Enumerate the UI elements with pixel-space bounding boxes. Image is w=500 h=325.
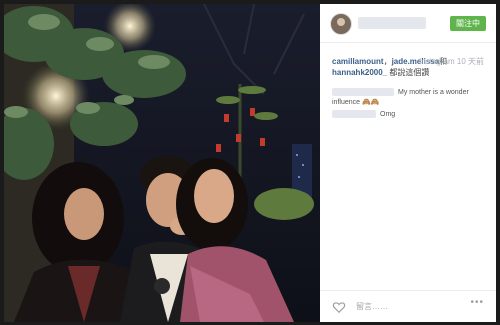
comment-item: My mother is a wonder influence 🙈🙈 [332,88,488,108]
post-footer: ••• [320,290,496,322]
username-redacted[interactable] [358,17,426,29]
screenshot-frame: 關注中 camillamount，jade.melissa和 hannahk20… [0,0,500,325]
comment-text: Omg [380,111,396,118]
commenter-redacted[interactable] [332,110,376,119]
avatar[interactable] [330,13,352,35]
liked-by-user-1[interactable]: camillamount [332,57,384,66]
tag-separator: ， [383,57,392,66]
heart-icon[interactable] [332,300,346,314]
post-photo [4,4,320,322]
post-side-panel: 關注中 camillamount，jade.melissa和 hannahk20… [320,4,496,322]
liked-by-user-3[interactable]: hannahk2000_ [332,68,387,77]
post-timestamp: Instagram 10 天前 [419,57,484,66]
comment-input[interactable] [356,298,456,314]
follow-button[interactable]: 關注中 [450,16,486,31]
post-header: 關注中 [320,4,496,43]
commenter-redacted[interactable] [332,88,394,97]
more-options-icon[interactable]: ••• [470,297,484,308]
comment-item: Omg [332,110,395,120]
tag-suffix: 都說這個讚 [389,68,430,77]
